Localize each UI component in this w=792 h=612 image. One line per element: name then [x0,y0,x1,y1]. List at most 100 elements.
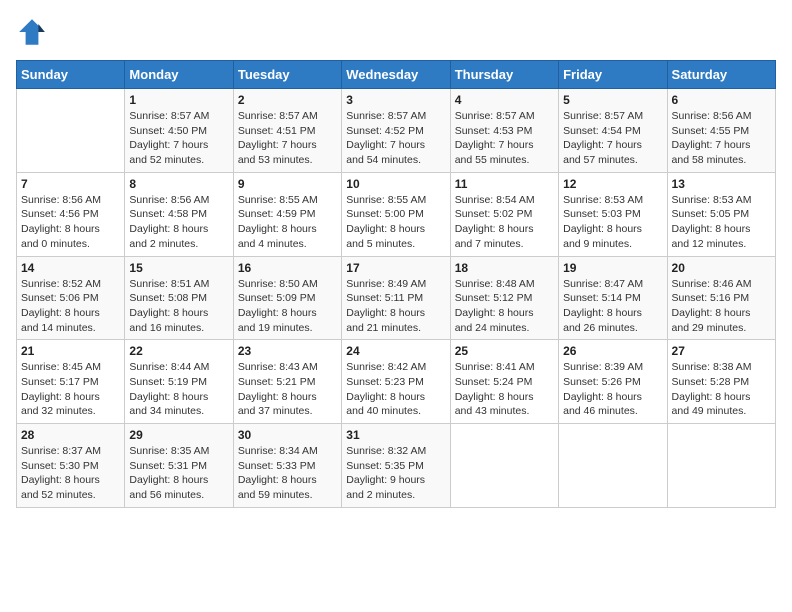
calendar-cell: 14 Sunrise: 8:52 AM Sunset: 5:06 PM Dayli… [17,256,125,340]
calendar-cell: 15 Sunrise: 8:51 AM Sunset: 5:08 PM Dayli… [125,256,233,340]
day-info: Sunrise: 8:44 AM Sunset: 5:19 PM Dayligh… [129,360,228,419]
day-info: Sunrise: 8:56 AM Sunset: 4:55 PM Dayligh… [672,109,771,168]
day-info: Sunrise: 8:32 AM Sunset: 5:35 PM Dayligh… [346,444,445,503]
weekday-header: Tuesday [233,61,341,89]
day-number: 20 [672,261,771,275]
calendar-table: SundayMondayTuesdayWednesdayThursdayFrid… [16,60,776,508]
day-info: Sunrise: 8:37 AM Sunset: 5:30 PM Dayligh… [21,444,120,503]
calendar-cell: 24Sunrise: 8:42 AM Sunset: 5:23 PM Dayli… [342,340,450,424]
calendar-cell [667,424,775,508]
calendar-cell: 25 Sunrise: 8:41 AM Sunset: 5:24 PM Dayli… [450,340,558,424]
calendar-cell [17,89,125,173]
calendar-cell: 30 Sunrise: 8:34 AM Sunset: 5:33 PM Dayli… [233,424,341,508]
day-number: 13 [672,177,771,191]
day-number: 7 [21,177,120,191]
calendar-cell: 17 Sunrise: 8:49 AM Sunset: 5:11 PM Dayli… [342,256,450,340]
calendar-cell: 29 Sunrise: 8:35 AM Sunset: 5:31 PM Dayli… [125,424,233,508]
day-info: Sunrise: 8:53 AM Sunset: 5:03 PM Dayligh… [563,193,662,252]
calendar-cell: 26 Sunrise: 8:39 AM Sunset: 5:26 PM Dayli… [559,340,667,424]
weekday-header: Wednesday [342,61,450,89]
calendar-cell: 3Sunrise: 8:57 AM Sunset: 4:52 PM Daylig… [342,89,450,173]
day-number: 22 [129,344,228,358]
calendar-cell: 1 Sunrise: 8:57 AM Sunset: 4:50 PM Daylig… [125,89,233,173]
day-info: Sunrise: 8:41 AM Sunset: 5:24 PM Dayligh… [455,360,554,419]
day-info: Sunrise: 8:55 AM Sunset: 5:00 PM Dayligh… [346,193,445,252]
weekday-header: Friday [559,61,667,89]
day-number: 14 [21,261,120,275]
day-info: Sunrise: 8:50 AM Sunset: 5:09 PM Dayligh… [238,277,337,336]
day-info: Sunrise: 8:55 AM Sunset: 4:59 PM Dayligh… [238,193,337,252]
calendar-cell [559,424,667,508]
calendar-cell: 23 Sunrise: 8:43 AM Sunset: 5:21 PM Dayli… [233,340,341,424]
calendar-cell: 19 Sunrise: 8:47 AM Sunset: 5:14 PM Dayli… [559,256,667,340]
calendar-cell: 9 Sunrise: 8:55 AM Sunset: 4:59 PM Daylig… [233,172,341,256]
day-info: Sunrise: 8:38 AM Sunset: 5:28 PM Dayligh… [672,360,771,419]
day-info: Sunrise: 8:56 AM Sunset: 4:56 PM Dayligh… [21,193,120,252]
day-info: Sunrise: 8:53 AM Sunset: 5:05 PM Dayligh… [672,193,771,252]
logo-icon [16,16,48,48]
day-info: Sunrise: 8:46 AM Sunset: 5:16 PM Dayligh… [672,277,771,336]
calendar-cell: 6 Sunrise: 8:56 AM Sunset: 4:55 PM Daylig… [667,89,775,173]
day-info: Sunrise: 8:57 AM Sunset: 4:52 PM Dayligh… [346,109,445,168]
calendar-cell: 31 Sunrise: 8:32 AM Sunset: 5:35 PM Dayli… [342,424,450,508]
day-info: Sunrise: 8:48 AM Sunset: 5:12 PM Dayligh… [455,277,554,336]
day-info: Sunrise: 8:34 AM Sunset: 5:33 PM Dayligh… [238,444,337,503]
day-number: 29 [129,428,228,442]
day-info: Sunrise: 8:57 AM Sunset: 4:54 PM Dayligh… [563,109,662,168]
calendar-week-row: 7 Sunrise: 8:56 AM Sunset: 4:56 PM Daylig… [17,172,776,256]
day-number: 9 [238,177,337,191]
page-header [16,16,776,48]
day-number: 15 [129,261,228,275]
day-number: 26 [563,344,662,358]
calendar-cell: 16 Sunrise: 8:50 AM Sunset: 5:09 PM Dayli… [233,256,341,340]
day-number: 30 [238,428,337,442]
day-number: 8 [129,177,228,191]
day-number: 4 [455,93,554,107]
day-number: 16 [238,261,337,275]
weekday-header: Sunday [17,61,125,89]
day-info: Sunrise: 8:57 AM Sunset: 4:51 PM Dayligh… [238,109,337,168]
day-info: Sunrise: 8:45 AM Sunset: 5:17 PM Dayligh… [21,360,120,419]
day-number: 5 [563,93,662,107]
calendar-cell: 21 Sunrise: 8:45 AM Sunset: 5:17 PM Dayli… [17,340,125,424]
day-info: Sunrise: 8:47 AM Sunset: 5:14 PM Dayligh… [563,277,662,336]
day-number: 2 [238,93,337,107]
day-number: 25 [455,344,554,358]
day-info: Sunrise: 8:42 AM Sunset: 5:23 PM Dayligh… [346,360,445,419]
weekday-header: Saturday [667,61,775,89]
calendar-cell: 11 Sunrise: 8:54 AM Sunset: 5:02 PM Dayli… [450,172,558,256]
day-info: Sunrise: 8:57 AM Sunset: 4:53 PM Dayligh… [455,109,554,168]
day-info: Sunrise: 8:43 AM Sunset: 5:21 PM Dayligh… [238,360,337,419]
day-number: 12 [563,177,662,191]
day-info: Sunrise: 8:49 AM Sunset: 5:11 PM Dayligh… [346,277,445,336]
calendar-cell: 7 Sunrise: 8:56 AM Sunset: 4:56 PM Daylig… [17,172,125,256]
calendar-body: 1 Sunrise: 8:57 AM Sunset: 4:50 PM Daylig… [17,89,776,508]
day-number: 23 [238,344,337,358]
day-number: 1 [129,93,228,107]
calendar-week-row: 28Sunrise: 8:37 AM Sunset: 5:30 PM Dayli… [17,424,776,508]
calendar-week-row: 1 Sunrise: 8:57 AM Sunset: 4:50 PM Daylig… [17,89,776,173]
day-number: 10 [346,177,445,191]
day-number: 31 [346,428,445,442]
calendar-cell: 18 Sunrise: 8:48 AM Sunset: 5:12 PM Dayli… [450,256,558,340]
day-number: 27 [672,344,771,358]
calendar-cell: 22 Sunrise: 8:44 AM Sunset: 5:19 PM Dayli… [125,340,233,424]
day-number: 18 [455,261,554,275]
day-info: Sunrise: 8:51 AM Sunset: 5:08 PM Dayligh… [129,277,228,336]
day-number: 11 [455,177,554,191]
day-info: Sunrise: 8:35 AM Sunset: 5:31 PM Dayligh… [129,444,228,503]
day-number: 19 [563,261,662,275]
day-info: Sunrise: 8:57 AM Sunset: 4:50 PM Dayligh… [129,109,228,168]
calendar-week-row: 14 Sunrise: 8:52 AM Sunset: 5:06 PM Dayli… [17,256,776,340]
day-number: 6 [672,93,771,107]
calendar-cell: 12 Sunrise: 8:53 AM Sunset: 5:03 PM Dayli… [559,172,667,256]
day-info: Sunrise: 8:54 AM Sunset: 5:02 PM Dayligh… [455,193,554,252]
calendar-week-row: 21 Sunrise: 8:45 AM Sunset: 5:17 PM Dayli… [17,340,776,424]
day-info: Sunrise: 8:52 AM Sunset: 5:06 PM Dayligh… [21,277,120,336]
day-info: Sunrise: 8:39 AM Sunset: 5:26 PM Dayligh… [563,360,662,419]
calendar-cell: 13 Sunrise: 8:53 AM Sunset: 5:05 PM Dayli… [667,172,775,256]
day-number: 17 [346,261,445,275]
calendar-cell: 20 Sunrise: 8:46 AM Sunset: 5:16 PM Dayli… [667,256,775,340]
day-number: 21 [21,344,120,358]
calendar-cell: 10 Sunrise: 8:55 AM Sunset: 5:00 PM Dayli… [342,172,450,256]
